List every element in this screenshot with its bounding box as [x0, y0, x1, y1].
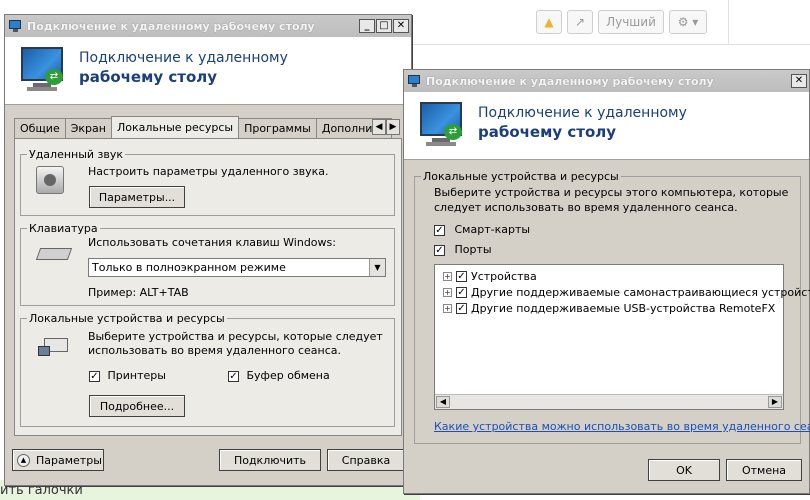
expand-icon[interactable]: +	[443, 271, 452, 281]
clipboard-checkbox[interactable]: ✓	[228, 370, 239, 382]
horizontal-scrollbar[interactable]: ◀ ▶	[435, 394, 783, 409]
clipboard-label: Буфер обмена	[246, 369, 330, 382]
tree-item-label: Устройства	[471, 269, 537, 283]
printers-checkbox[interactable]: ✓	[89, 370, 100, 382]
tab-local-resources[interactable]: Локальные ресурсы	[110, 116, 240, 138]
rdp-app-icon	[408, 75, 422, 87]
scroll-left-icon[interactable]: ◀	[436, 396, 450, 408]
smartcards-checkbox[interactable]: ✓	[434, 224, 445, 236]
tree-item-checkbox[interactable]: ✓	[456, 302, 467, 314]
help-button[interactable]: Справка	[327, 449, 405, 471]
devices-tree[interactable]: + ✓ Устройства + ✓ Другие поддерживаемые…	[434, 264, 810, 410]
close-button[interactable]: ✕	[791, 74, 807, 88]
expand-icon[interactable]: +	[443, 287, 452, 297]
tab-scroll-arrows: ◀ ▶	[372, 119, 400, 135]
select-value: Только в полноэкранном режиме	[92, 261, 286, 274]
group-legend: Локальные устройства и ресурсы	[423, 170, 619, 183]
group-legend: Клавиатура	[29, 222, 98, 235]
rdp-monitor-icon: ⇄	[418, 100, 468, 150]
options-button[interactable]: ▲ Параметры	[12, 449, 104, 471]
warning-icon[interactable]: ▲	[536, 10, 562, 34]
banner-title: Подключение к удаленному	[79, 50, 288, 66]
window-title: Подключение к удаленному рабочему столу	[27, 19, 315, 33]
smartcards-label: Смарт-карты	[454, 223, 531, 236]
ports-checkbox[interactable]: ✓	[434, 244, 445, 256]
banner-subtitle: рабочему столу	[79, 68, 218, 86]
tree-item-checkbox[interactable]: ✓	[456, 286, 467, 298]
speaker-icon	[36, 166, 64, 194]
group-legend: Удаленный звук	[29, 148, 124, 161]
title-bar[interactable]: Подключение к удаленному рабочему столу …	[404, 70, 809, 92]
ports-checkbox-row[interactable]: ✓ Порты	[434, 243, 492, 256]
keyboard-icon	[35, 248, 73, 260]
close-button[interactable]: ✕	[393, 19, 409, 33]
gear-icon[interactable]: ⚙ ▾	[669, 10, 707, 34]
tab-display[interactable]: Экран	[64, 118, 112, 138]
local-description-line2: использовать во время удаленного сеанса.	[88, 344, 341, 357]
tree-item-checkbox[interactable]: ✓	[456, 270, 467, 282]
tree-item[interactable]: + ✓ Устройства	[443, 268, 537, 284]
share-icon[interactable]: ↗	[567, 10, 593, 34]
window-title: Подключение к удаленному рабочему столу	[426, 74, 714, 88]
title-bar[interactable]: Подключение к удаленному рабочему столу …	[5, 15, 411, 37]
more-devices-button[interactable]: Подробнее...	[89, 395, 185, 417]
tab-scroll-right-icon[interactable]: ▶	[386, 119, 400, 135]
local-description-line1: Выберите устройства и ресурсы, которые с…	[88, 330, 383, 343]
ports-label: Порты	[454, 243, 492, 256]
audio-description: Настроить параметры удаленного звука.	[88, 165, 329, 178]
chevron-down-icon[interactable]: ▼	[369, 259, 385, 276]
banner-subtitle: рабочему столу	[478, 123, 617, 141]
tab-general[interactable]: Общие	[14, 118, 66, 138]
banner: ⇄ Подключение к удаленному рабочему стол…	[404, 92, 809, 160]
keyboard-shortcuts-select[interactable]: Только в полноэкранном режиме ▼	[88, 258, 386, 277]
tab-scroll-left-icon[interactable]: ◀	[372, 119, 386, 135]
smartcards-checkbox-row[interactable]: ✓ Смарт-карты	[434, 223, 530, 236]
tree-item[interactable]: + ✓ Другие поддерживаемые USB-устройства…	[443, 300, 775, 316]
divider	[728, 0, 729, 44]
chevron-up-icon: ▲	[17, 453, 30, 467]
rdp-monitor-icon: ⇄	[19, 45, 69, 95]
tree-item[interactable]: + ✓ Другие поддерживаемые самонастраиваю…	[443, 284, 810, 300]
divider	[408, 44, 810, 45]
audio-settings-button[interactable]: Параметры...	[89, 186, 185, 208]
scroll-right-icon[interactable]: ▶	[768, 396, 782, 408]
banner: ⇄ Подключение к удаленному рабочему стол…	[5, 37, 411, 105]
minimize-button[interactable]: _	[359, 19, 375, 33]
best-button[interactable]: Лучший	[598, 10, 664, 34]
group-remote-audio: Удаленный звук	[20, 148, 395, 216]
clipboard-checkbox-row[interactable]: ✓ Буфер обмена	[228, 369, 330, 382]
keyboard-description: Использовать сочетания клавиш Windows:	[88, 236, 336, 249]
banner-title: Подключение к удаленному	[478, 105, 687, 121]
connect-button[interactable]: Подключить	[219, 449, 321, 471]
expand-icon[interactable]: +	[443, 303, 452, 313]
printers-checkbox-row[interactable]: ✓ Принтеры	[89, 369, 166, 382]
tree-item-label: Другие поддерживаемые самонастраивающиес…	[471, 285, 810, 299]
rdp-app-icon	[9, 20, 23, 32]
supported-devices-link[interactable]: Какие устройства можно использовать во в…	[434, 420, 810, 433]
tab-programs[interactable]: Программы	[238, 118, 317, 138]
printers-label: Принтеры	[107, 369, 166, 382]
keyboard-example: Пример: ALT+TAB	[88, 286, 189, 299]
tab-strip: Общие Экран Локальные ресурсы Программы …	[14, 116, 392, 138]
devices-icon	[38, 332, 70, 358]
group-legend: Локальные устройства и ресурсы	[29, 312, 225, 325]
options-label: Параметры	[36, 453, 102, 467]
maximize-button[interactable]: □	[376, 19, 392, 33]
ok-button[interactable]: OK	[648, 459, 720, 481]
page-toolbar: ▲ ↗ Лучший ⚙ ▾	[536, 10, 707, 36]
group-description-line2: следует использовать во время удаленного…	[434, 201, 738, 214]
cancel-button[interactable]: Отмена	[726, 459, 802, 481]
tree-item-label: Другие поддерживаемые USB-устройства Rem…	[471, 301, 776, 315]
group-description-line1: Выберите устройства и ресурсы этого комп…	[434, 186, 789, 199]
